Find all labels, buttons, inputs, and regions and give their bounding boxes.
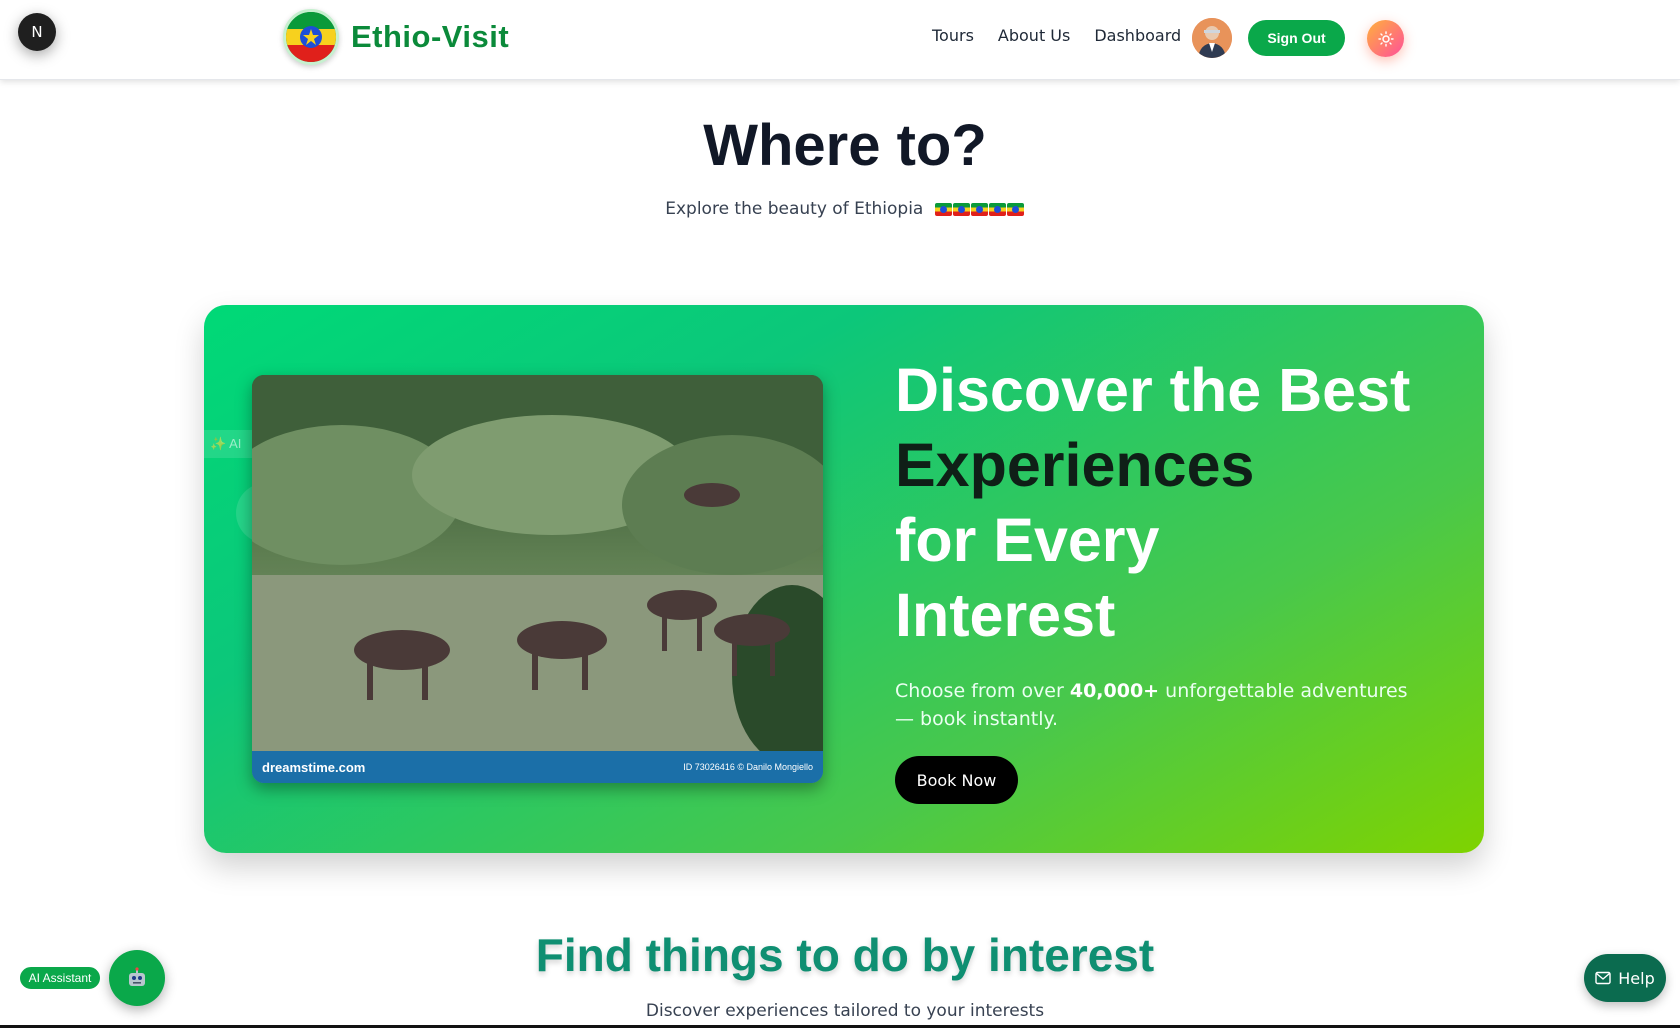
nav-link-dashboard[interactable]: Dashboard: [1094, 26, 1181, 45]
hero-headline: Discover the Best Experiences for Every …: [895, 353, 1410, 653]
brand-link[interactable]: Ethio-Visit: [283, 9, 509, 65]
headline-line-2: Experiences: [895, 431, 1255, 499]
hero-photo: dreamstime.com ID 73026416 © Danilo Mong…: [252, 375, 823, 783]
user-avatar[interactable]: [1192, 18, 1232, 58]
help-button[interactable]: Help: [1584, 954, 1666, 1002]
photo-credit-bar: dreamstime.com ID 73026416 © Danilo Mong…: [252, 751, 823, 783]
nav-link-tours[interactable]: Tours: [932, 26, 974, 45]
dev-badge-label: N: [31, 23, 43, 41]
mail-icon: [1595, 971, 1611, 985]
robot-icon: [129, 967, 145, 986]
photo-watermark-right: ID 73026416 © Danilo Mongiello: [683, 762, 813, 772]
theme-toggle-button[interactable]: [1367, 20, 1404, 57]
help-label: Help: [1618, 968, 1655, 988]
nav-link-about-us[interactable]: About Us: [998, 26, 1070, 45]
ai-assistant-button[interactable]: [109, 950, 165, 1006]
headline-line-4: Interest: [895, 581, 1116, 649]
book-now-button[interactable]: Book Now: [895, 756, 1018, 804]
dev-indicator-badge[interactable]: N: [18, 13, 56, 51]
section-subtitle: Discover experiences tailored to your in…: [645, 1001, 1045, 1021]
ai-assistant-label[interactable]: AI Assistant: [19, 966, 101, 990]
ethiopia-flags-icon: [934, 202, 1025, 216]
headline-line-1: Discover the Best: [895, 356, 1411, 424]
site-header: N Ethio-Visit Tours About Us Dashboard S…: [0, 0, 1680, 80]
main-nav: Tours About Us Dashboard: [932, 26, 1205, 45]
brand-name: Ethio-Visit: [351, 19, 510, 54]
sign-out-button[interactable]: Sign Out: [1248, 20, 1345, 56]
page-title: Where to?: [703, 113, 987, 178]
antelope-scene-image: [252, 375, 823, 783]
ghost-ai-label: ✨ AI: [204, 430, 252, 458]
page-subtitle-text: Explore the beauty of Ethiopia: [665, 199, 924, 219]
ethiopia-emblem-logo: [283, 9, 339, 65]
hero-description: Choose from over 40,000+ unforgettable a…: [895, 677, 1415, 733]
sun-icon: [1377, 30, 1394, 47]
section-title: Find things to do by interest: [535, 929, 1155, 981]
desc-prefix: Choose from over: [895, 680, 1070, 702]
photo-watermark-left: dreamstime.com: [262, 759, 366, 775]
hero-card: ✨ AI dreamstime.com ID 73026416 © Danilo…: [204, 305, 1484, 853]
headline-line-3: for Every: [895, 506, 1160, 574]
page-subtitle: Explore the beauty of Ethiopia: [0, 199, 1680, 219]
desc-bold-count: 40,000+: [1069, 680, 1160, 702]
